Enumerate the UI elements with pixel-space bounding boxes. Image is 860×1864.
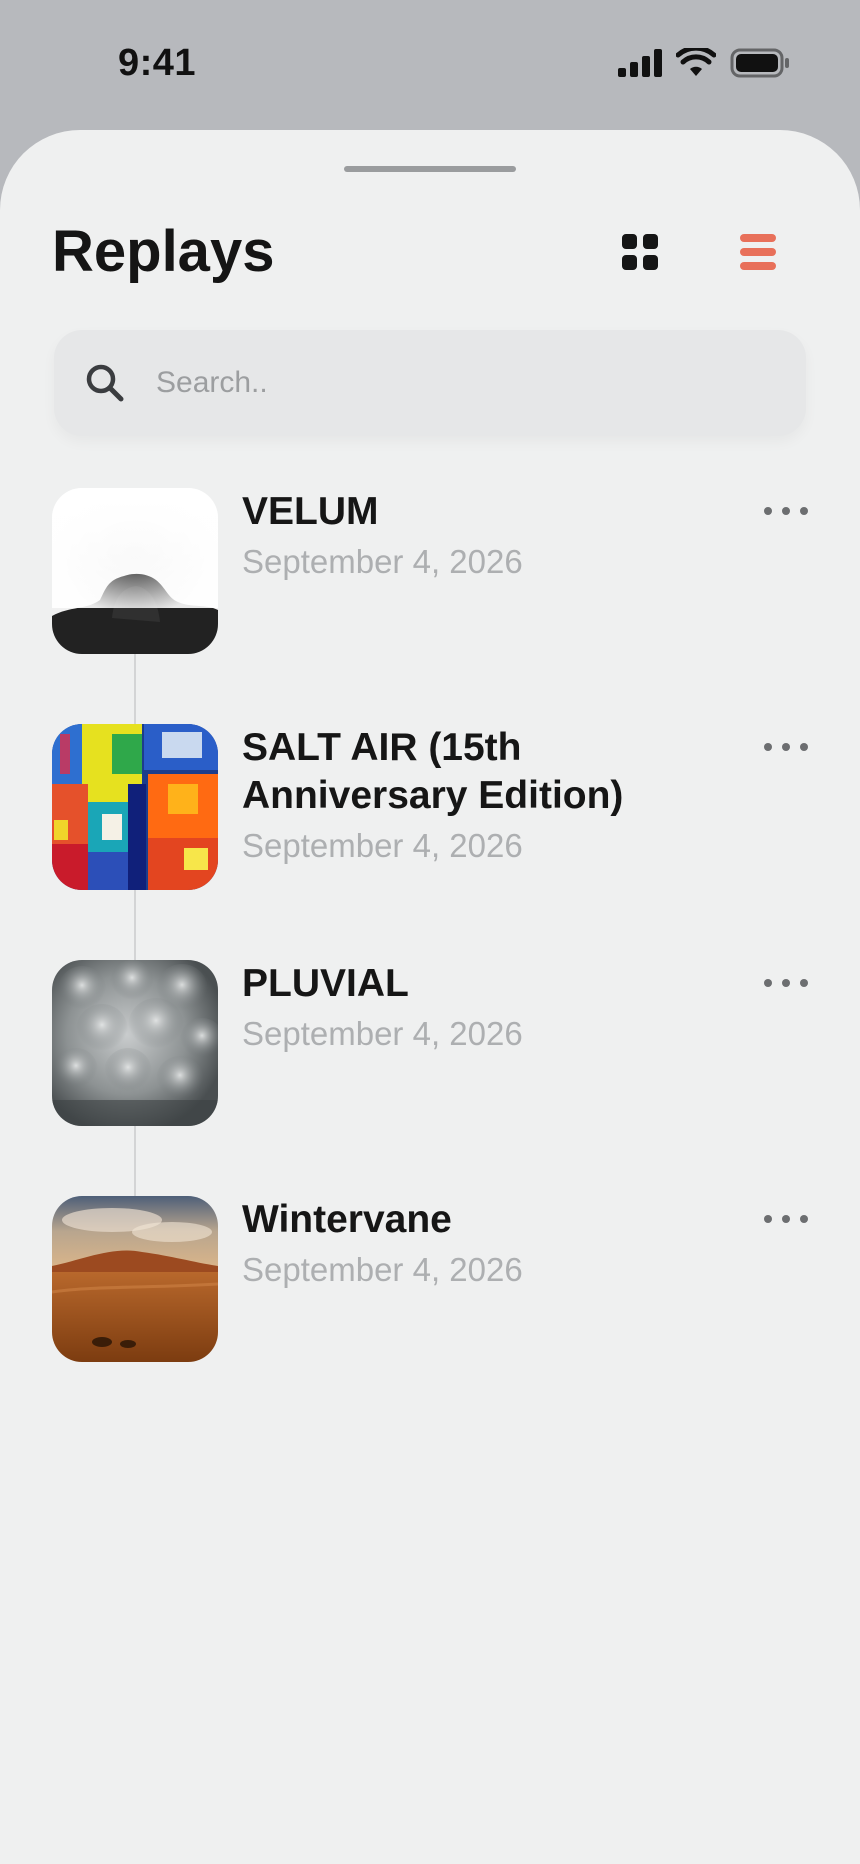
wifi-icon <box>676 48 716 76</box>
more-options-icon[interactable] <box>760 1204 812 1234</box>
replay-date: September 4, 2026 <box>242 1015 523 1052</box>
sheet-grabber[interactable] <box>344 166 516 172</box>
more-options-icon[interactable] <box>760 732 812 762</box>
replay-title: SALT AIR (15th Anniversary Edition) <box>242 726 624 817</box>
list-view-button[interactable] <box>736 230 780 274</box>
replay-date: September 4, 2026 <box>242 543 523 580</box>
status-bar: 9:41 <box>0 0 860 130</box>
search-icon <box>86 364 124 402</box>
misty-rock-artwork <box>52 488 218 654</box>
replays-sheet: Replays Search.. VELUM September 4, 2026… <box>0 130 860 1864</box>
desert-dunes-artwork <box>52 1196 218 1362</box>
list-icon <box>740 234 776 270</box>
replay-title: PLUVIAL <box>242 962 409 1005</box>
search-bar <box>54 330 806 436</box>
grid-view-button[interactable] <box>618 230 662 274</box>
replay-title: VELUM <box>242 490 379 533</box>
replay-title: Wintervane <box>242 1198 452 1241</box>
replay-date: September 4, 2026 <box>242 1251 523 1288</box>
replay-date: September 4, 2026 <box>242 827 523 864</box>
status-icons <box>618 48 790 78</box>
grid-icon <box>622 234 658 270</box>
abstract-paint-artwork <box>52 724 218 890</box>
more-options-icon[interactable] <box>760 968 812 998</box>
status-time: 9:41 <box>118 42 197 84</box>
cellular-signal-icon <box>618 49 662 77</box>
page-title: Replays <box>52 219 275 284</box>
more-options-icon[interactable] <box>760 496 812 526</box>
battery-icon <box>730 48 789 78</box>
storm-clouds-artwork <box>52 960 218 1126</box>
search-input[interactable] <box>156 330 776 436</box>
